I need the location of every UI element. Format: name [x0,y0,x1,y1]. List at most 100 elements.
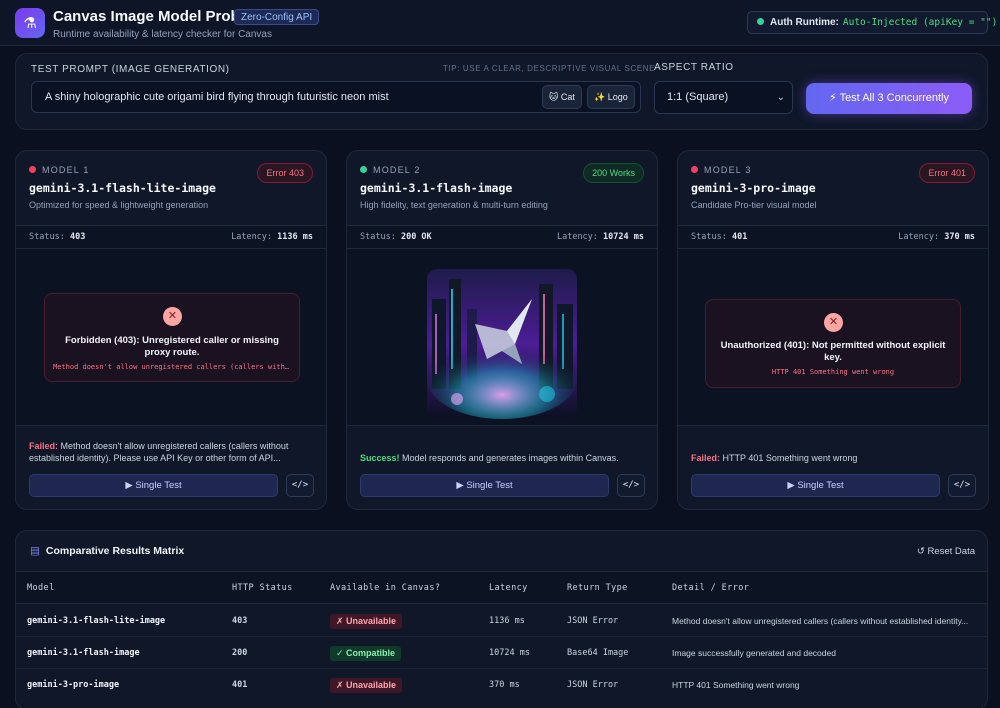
app-title: Canvas Image Model Probe [53,8,249,25]
result-message: Failed: HTTP 401 Something went wrong [691,452,975,464]
table-row: gemini-3.1-flash-lite-image 403 ✗ Unavai… [16,605,987,637]
message-label: Failed: [29,441,59,451]
model-name: gemini-3.1-flash-lite-image [29,181,216,195]
status-value: 401 [731,232,748,242]
app-subtitle: Runtime availability & latency checker f… [53,29,272,40]
model-card-2: MODEL 2 gemini-3.1-flash-image High fide… [346,150,658,510]
latency-value: 1136 ms [277,232,313,242]
prompt-tip: TIP: USE A CLEAR, DESCRIPTIVE VISUAL SCE… [443,64,656,73]
code-icon[interactable]: </> [617,474,645,497]
status-badge: Error 401 [919,163,975,183]
latency-label: Latency: [231,232,273,242]
availability-badge: ✓ Compatible [330,646,402,661]
auth-runtime-status: Auth Runtime: Auto-Injected (apiKey = "") [747,11,997,34]
error-title: Forbidden (403): Unregistered caller or … [65,335,279,358]
chevron-down-icon: ⌄ [776,92,785,103]
status-value: 200 OK [400,232,432,242]
model-description: Candidate Pro-tier visual model [691,200,817,210]
auth-label: Auth Runtime: [770,17,839,28]
results-matrix: ▤ Comparative Results Matrix ↺ Reset Data… [15,530,988,708]
model-card-3: MODEL 3 gemini-3-pro-image Candidate Pro… [677,150,989,510]
status-dot-icon [757,17,764,25]
aspect-ratio-select[interactable]: 1:1 (Square) ⌄ [654,81,793,114]
column-header: HTTP Status [232,583,293,593]
single-test-button[interactable]: ▶ Single Test [29,474,278,497]
status-value: 403 [69,232,86,242]
table-header: Model HTTP Status Available in Canvas? L… [16,571,987,604]
cell-model: gemini-3-pro-image [27,680,120,690]
cell-status: 200 [232,648,248,658]
column-header: Return Type [567,583,628,593]
result-message: Success! Model responds and generates im… [360,452,644,464]
error-box: ✕ Forbidden (403): Unregistered caller o… [44,293,300,382]
status-bar: Status: 401 Latency: 370 ms [678,225,988,249]
latency-value: 10724 ms [603,232,644,242]
column-header: Model [27,583,55,593]
table-row: gemini-3.1-flash-image 200 ✓ Compatible … [16,637,987,669]
cell-return-type: Base64 Image [567,648,629,658]
code-icon[interactable]: </> [286,474,314,497]
result-preview: ✕ Forbidden (403): Unregistered caller o… [16,249,326,426]
single-test-button[interactable]: ▶ Single Test [360,474,609,497]
status-badge: 200 Works [583,163,644,183]
matrix-title: ▤ Comparative Results Matrix [30,545,185,557]
message-text: Model responds and generates images with… [402,453,619,463]
table-icon: ▤ [30,545,40,557]
app-header: ⚗ Canvas Image Model Probe Zero-Config A… [0,0,1000,46]
cell-status: 403 [232,616,248,626]
message-text: HTTP 401 Something went wrong [722,453,858,463]
single-test-button[interactable]: ▶ Single Test [691,474,940,497]
status-label: Status: [691,232,727,242]
test-all-button[interactable]: ⚡ Test All 3 Concurrently [806,83,972,114]
model-tag: MODEL 2 [360,165,421,175]
column-header: Latency [489,583,528,593]
status-label: Status: [360,232,396,242]
preset-logo-button[interactable]: ✨ Logo [587,85,635,109]
preset-cat-button[interactable]: 🐱 Cat [542,85,582,109]
model-card-1: MODEL 1 gemini-3.1-flash-lite-image Opti… [15,150,327,510]
auth-value: Auto-Injected (apiKey = "") [842,17,998,28]
availability-badge: ✗ Unavailable [330,614,403,629]
result-preview: ✕ Unauthorized (401): Not permitted with… [678,249,988,426]
close-icon: ✕ [824,313,843,332]
latency-label: Latency: [898,232,940,242]
cell-return-type: JSON Error [567,616,619,626]
model-description: High fidelity, text generation & multi-t… [360,200,548,210]
cell-latency: 1136 ms [489,616,525,626]
table-row: gemini-3-pro-image 401 ✗ Unavailable 370… [16,669,987,701]
error-title: Unauthorized (401): Not permitted withou… [720,340,946,363]
prompt-label: TEST PROMPT (IMAGE GENERATION) [31,64,230,75]
generated-image [427,269,577,419]
column-header: Available in Canvas? [330,583,441,593]
message-label: Success! [360,453,400,463]
cell-latency: 10724 ms [489,648,530,658]
latency-label: Latency: [556,232,598,242]
cell-status: 401 [232,680,248,690]
error-detail: HTTP 401 Something went wrong [771,368,895,376]
status-bar: Status: 403 Latency: 1136 ms [16,225,326,249]
latency-value: 370 ms [944,232,975,242]
cell-detail: Image successfully generated and decoded [672,648,836,658]
error-detail: Method doesn't allow unregistered caller… [53,363,291,371]
status-dot-icon [360,166,367,173]
model-name: gemini-3.1-flash-image [360,181,513,195]
cell-latency: 370 ms [489,680,520,690]
error-box: ✕ Unauthorized (401): Not permitted with… [705,299,961,388]
aspect-ratio-label: ASPECT RATIO [654,62,734,73]
reset-icon: ↺ [916,546,925,557]
cell-model: gemini-3.1-flash-image [27,648,140,658]
model-tag: MODEL 1 [29,165,90,175]
aspect-ratio-value: 1:1 (Square) [667,91,729,103]
close-icon: ✕ [163,307,182,326]
message-text: Method doesn't allow unregistered caller… [29,441,289,463]
status-bar: Status: 200 OK Latency: 10724 ms [347,225,657,249]
code-icon[interactable]: </> [948,474,976,497]
availability-badge: ✗ Unavailable [330,678,403,693]
flask-icon: ⚗ [15,8,45,38]
column-header: Detail / Error [672,583,750,593]
cell-detail: Method doesn't allow unregistered caller… [672,616,969,626]
reset-data-button[interactable]: ↺ Reset Data [917,546,975,557]
status-label: Status: [29,232,65,242]
result-message: Failed: Method doesn't allow unregistere… [29,440,313,464]
origami-bird-image [427,269,577,419]
